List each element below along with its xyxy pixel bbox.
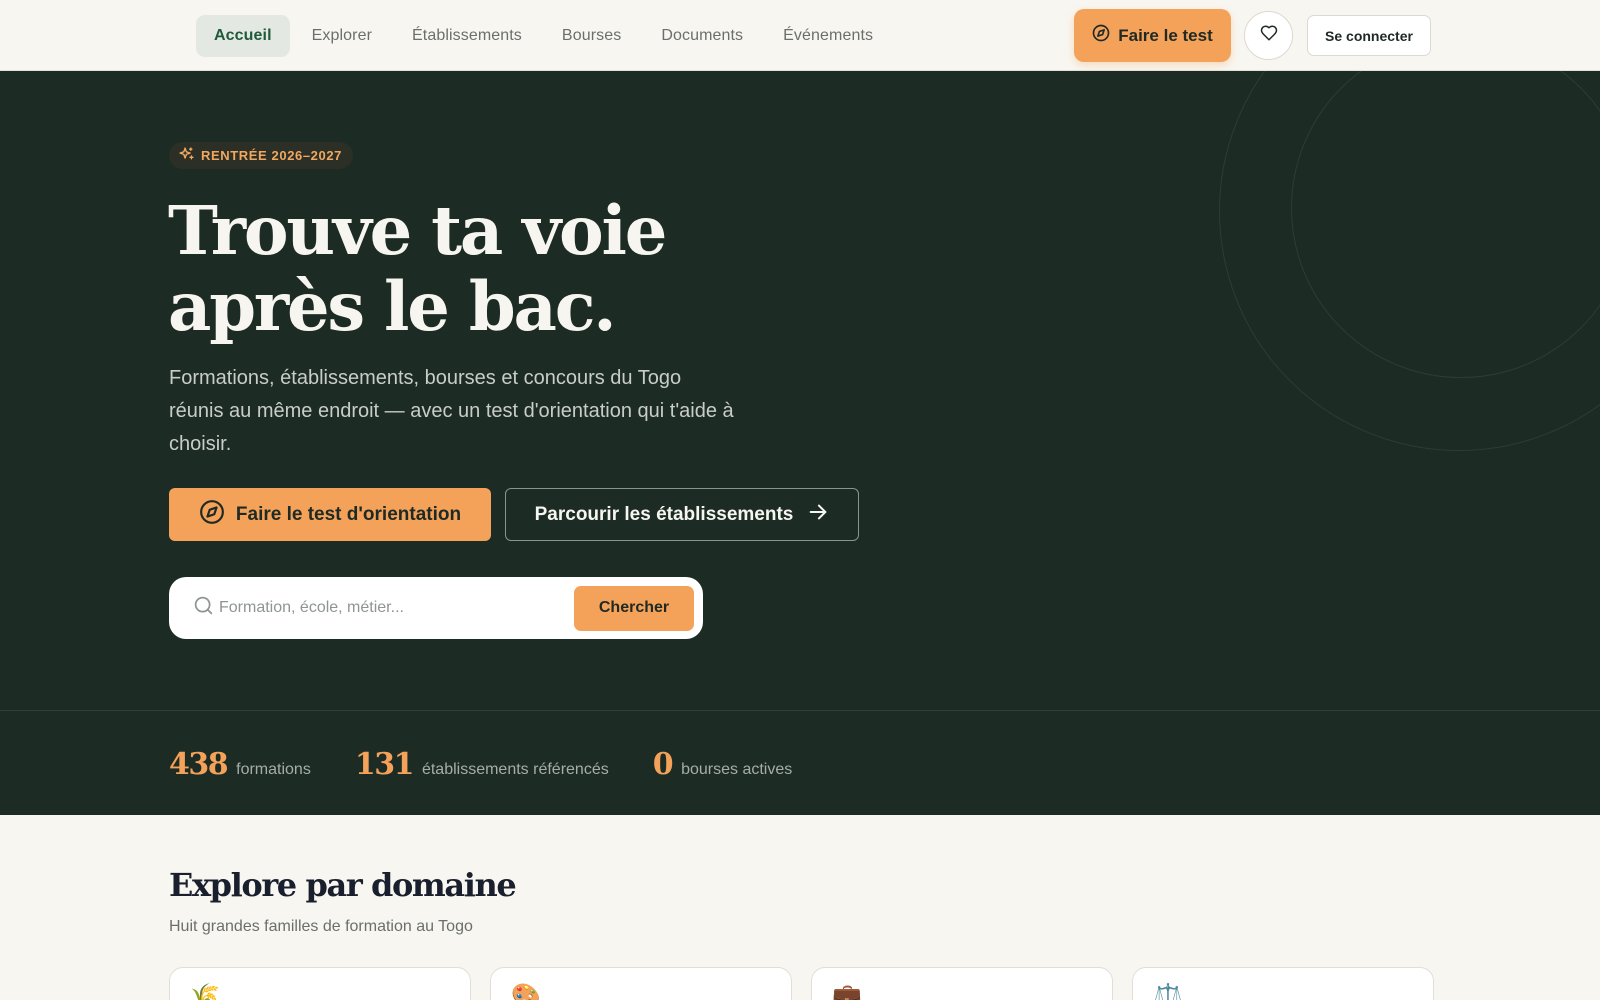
top-navbar: Accueil Explorer Établissements Bourses …	[0, 0, 1600, 71]
stat-value: 438	[169, 747, 229, 782]
compass-icon	[1092, 24, 1110, 47]
search-icon	[193, 595, 214, 621]
orientation-test-button[interactable]: Faire le test d'orientation	[169, 488, 491, 541]
hero-subtitle: Formations, établissements, bourses et c…	[169, 367, 734, 455]
hero-title: Trouve ta voie après le bac.	[168, 191, 667, 346]
take-test-button[interactable]: Faire le test	[1074, 9, 1231, 62]
wheat-icon: 🌾	[190, 983, 220, 1000]
stats-row: 438 formations 131 établissements référe…	[169, 747, 836, 782]
browse-institutions-label: Parcourir les établissements	[534, 503, 794, 525]
hero-title-line1: Trouve ta voie	[168, 191, 667, 270]
nav-item-accueil[interactable]: Accueil	[196, 15, 290, 57]
hero-title-line2: après le bac.	[168, 267, 617, 346]
orientation-test-label: Faire le test d'orientation	[235, 503, 462, 525]
nav-item-documents[interactable]: Documents	[643, 15, 761, 57]
sparkles-icon	[178, 146, 195, 166]
stat-etablissements: 131 établissements référencés	[355, 747, 609, 782]
compass-icon	[199, 499, 225, 531]
favorites-button[interactable]	[1244, 11, 1293, 60]
search-input[interactable]	[219, 599, 574, 617]
stat-value: 0	[652, 747, 674, 782]
take-test-label: Faire le test	[1118, 25, 1213, 45]
search-button[interactable]: Chercher	[574, 585, 694, 631]
hero-section: RENTRÉE 2026–2027 Trouve ta voie après l…	[0, 71, 1600, 710]
nav-item-etablissements[interactable]: Établissements	[394, 15, 540, 57]
nav-item-bourses[interactable]: Bourses	[544, 15, 639, 57]
hero-search-bar: Chercher	[169, 577, 703, 639]
login-button[interactable]: Se connecter	[1307, 15, 1431, 56]
domain-card[interactable]: 🎨	[490, 967, 792, 1000]
stat-label: établissements référencés	[421, 761, 609, 778]
stat-label: bourses actives	[681, 761, 793, 778]
domains-subtitle: Huit grandes familles de formation au To…	[169, 918, 473, 935]
arrow-right-icon	[807, 501, 829, 529]
season-badge-label: RENTRÉE 2026–2027	[201, 148, 342, 163]
stat-label: formations	[236, 761, 311, 778]
nav-item-explorer[interactable]: Explorer	[294, 15, 390, 57]
domain-cards: 🌾 🎨 💼 ⚖️	[169, 967, 1434, 1000]
scales-icon: ⚖️	[1153, 983, 1183, 1000]
season-badge: RENTRÉE 2026–2027	[169, 142, 353, 169]
stat-value: 131	[354, 747, 415, 782]
domain-card[interactable]: 🌾	[169, 967, 471, 1000]
palette-icon: 🎨	[511, 983, 541, 1000]
nav-item-evenements[interactable]: Événements	[765, 15, 891, 57]
domain-card[interactable]: 💼	[811, 967, 1113, 1000]
domain-card[interactable]: ⚖️	[1132, 967, 1434, 1000]
stats-band: 438 formations 131 établissements référe…	[0, 710, 1600, 815]
domains-title: Explore par domaine	[169, 866, 517, 904]
main-nav: Accueil Explorer Établissements Bourses …	[196, 15, 891, 57]
briefcase-icon: 💼	[832, 983, 862, 1000]
stat-formations: 438 formations	[169, 747, 311, 782]
stat-bourses: 0 bourses actives	[653, 747, 793, 782]
heart-icon	[1260, 24, 1278, 47]
browse-institutions-button[interactable]: Parcourir les établissements	[505, 488, 859, 541]
